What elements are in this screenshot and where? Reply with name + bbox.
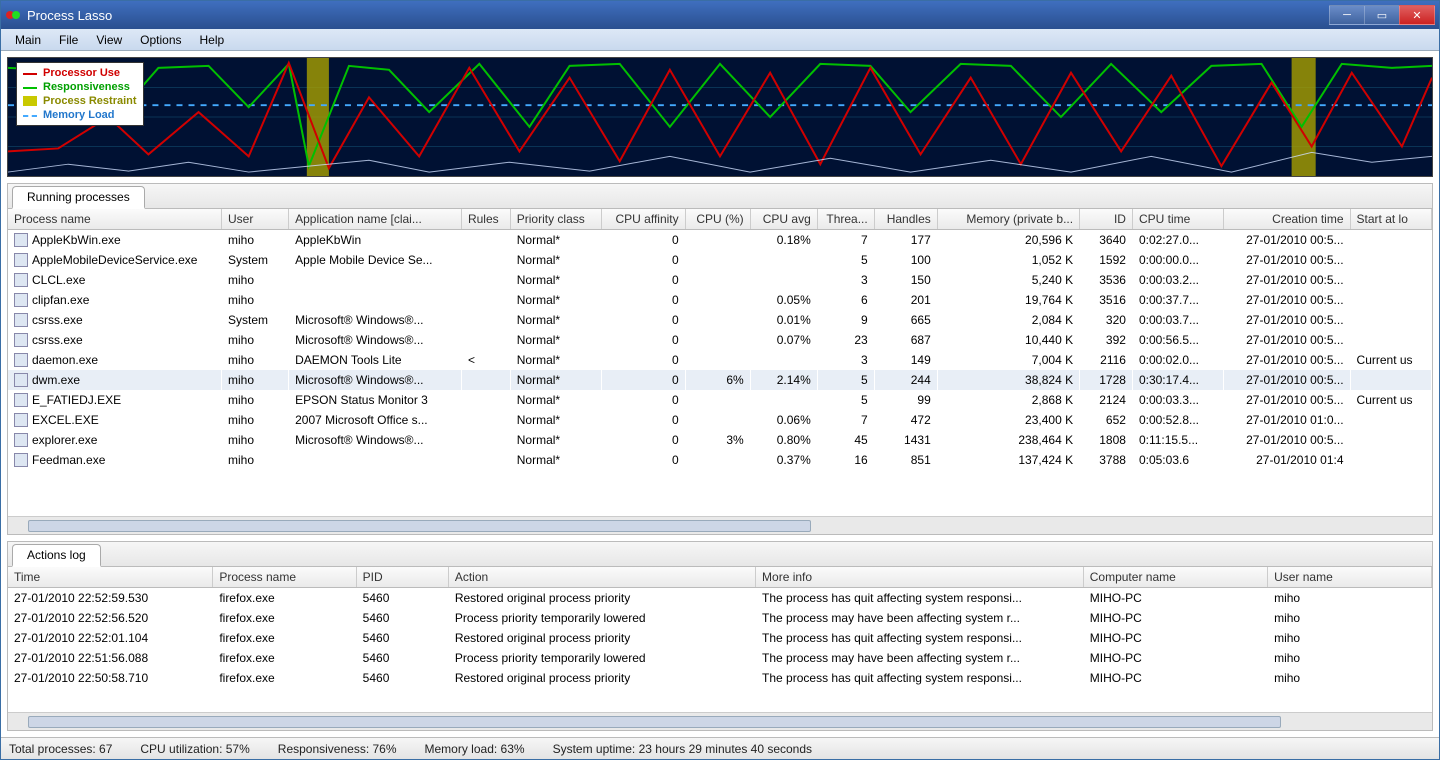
app-icon: [5, 7, 21, 23]
col-header[interactable]: Action: [448, 567, 755, 588]
col-header[interactable]: Computer name: [1083, 567, 1267, 588]
table-row[interactable]: dwm.exemihoMicrosoft® Windows®...Normal*…: [8, 370, 1432, 390]
col-header[interactable]: CPU (%): [685, 209, 750, 230]
col-header[interactable]: Creation time: [1224, 209, 1350, 230]
horizontal-scrollbar-actions[interactable]: [8, 712, 1432, 730]
col-header[interactable]: Process name: [8, 209, 222, 230]
legend-responsiveness: Responsiveness: [43, 80, 130, 94]
process-icon: [14, 333, 28, 347]
legend-memory-load: Memory Load: [43, 108, 115, 122]
col-header[interactable]: ID: [1080, 209, 1133, 230]
table-row[interactable]: explorer.exemihoMicrosoft® Windows®...No…: [8, 430, 1432, 450]
process-icon: [14, 393, 28, 407]
tab-running-processes[interactable]: Running processes: [12, 186, 145, 209]
table-row[interactable]: E_FATIEDJ.EXEmihoEPSON Status Monitor 3N…: [8, 390, 1432, 410]
window-title: Process Lasso: [27, 8, 1330, 23]
processes-panel: Running processes Process nameUserApplic…: [7, 183, 1433, 535]
table-row[interactable]: CLCL.exemihoNormal*031505,240 K35360:00:…: [8, 270, 1432, 290]
graph-legend: Processor Use Responsiveness Process Res…: [16, 62, 144, 126]
table-row[interactable]: 27-01/2010 22:50:58.710firefox.exe5460Re…: [8, 668, 1432, 688]
status-responsiveness: Responsiveness: 76%: [278, 742, 397, 756]
status-uptime: System uptime: 23 hours 29 minutes 40 se…: [553, 742, 812, 756]
tab-actions-log[interactable]: Actions log: [12, 544, 101, 567]
col-header[interactable]: CPU time: [1132, 209, 1224, 230]
menu-file[interactable]: File: [51, 31, 86, 49]
process-icon: [14, 293, 28, 307]
col-header[interactable]: Start at lo: [1350, 209, 1431, 230]
table-row[interactable]: csrss.exeSystemMicrosoft® Windows®...Nor…: [8, 310, 1432, 330]
process-icon: [14, 233, 28, 247]
table-row[interactable]: 27-01/2010 22:52:59.530firefox.exe5460Re…: [8, 588, 1432, 609]
col-header[interactable]: Application name [clai...: [289, 209, 462, 230]
menu-view[interactable]: View: [88, 31, 130, 49]
process-table: Process nameUserApplication name [clai..…: [8, 209, 1432, 470]
titlebar[interactable]: Process Lasso ─ ▭ ✕: [1, 1, 1439, 29]
actions-table-wrap[interactable]: TimeProcess namePIDActionMore infoComput…: [8, 567, 1432, 712]
actions-table: TimeProcess namePIDActionMore infoComput…: [8, 567, 1432, 688]
minimize-button[interactable]: ─: [1329, 5, 1365, 25]
col-header[interactable]: CPU avg: [750, 209, 817, 230]
table-row[interactable]: 27-01/2010 22:52:56.520firefox.exe5460Pr…: [8, 608, 1432, 628]
status-total-processes: Total processes: 67: [9, 742, 112, 756]
app-window: Process Lasso ─ ▭ ✕ Main File View Optio…: [0, 0, 1440, 760]
status-memory-load: Memory load: 63%: [425, 742, 525, 756]
col-header[interactable]: Rules: [461, 209, 510, 230]
table-row[interactable]: clipfan.exemihoNormal*00.05%620119,764 K…: [8, 290, 1432, 310]
statusbar: Total processes: 67 CPU utilization: 57%…: [1, 737, 1439, 759]
maximize-button[interactable]: ▭: [1364, 5, 1400, 25]
table-row[interactable]: 27-01/2010 22:52:01.104firefox.exe5460Re…: [8, 628, 1432, 648]
legend-process-restraint: Process Restraint: [43, 94, 137, 108]
actions-panel: Actions log TimeProcess namePIDActionMor…: [7, 541, 1433, 731]
col-header[interactable]: User: [222, 209, 289, 230]
status-cpu-utilization: CPU utilization: 57%: [140, 742, 249, 756]
table-row[interactable]: Feedman.exemihoNormal*00.37%16851137,424…: [8, 450, 1432, 470]
menu-help[interactable]: Help: [192, 31, 233, 49]
table-row[interactable]: csrss.exemihoMicrosoft® Windows®...Norma…: [8, 330, 1432, 350]
process-icon: [14, 273, 28, 287]
legend-processor-use: Processor Use: [43, 66, 120, 80]
col-header[interactable]: CPU affinity: [602, 209, 685, 230]
process-icon: [14, 453, 28, 467]
close-button[interactable]: ✕: [1399, 5, 1435, 25]
table-row[interactable]: EXCEL.EXEmiho2007 Microsoft Office s...N…: [8, 410, 1432, 430]
process-icon: [14, 413, 28, 427]
process-icon: [14, 433, 28, 447]
menu-main[interactable]: Main: [7, 31, 49, 49]
col-header[interactable]: User name: [1268, 567, 1432, 588]
col-header[interactable]: Threa...: [817, 209, 874, 230]
table-row[interactable]: AppleKbWin.exemihoAppleKbWinNormal*00.18…: [8, 230, 1432, 251]
col-header[interactable]: Handles: [874, 209, 937, 230]
table-row[interactable]: 27-01/2010 22:51:56.088firefox.exe5460Pr…: [8, 648, 1432, 668]
process-icon: [14, 313, 28, 327]
table-row[interactable]: AppleMobileDeviceService.exeSystemApple …: [8, 250, 1432, 270]
col-header[interactable]: Memory (private b...: [937, 209, 1079, 230]
col-header[interactable]: Priority class: [510, 209, 602, 230]
col-header[interactable]: PID: [356, 567, 448, 588]
process-icon: [14, 353, 28, 367]
table-row[interactable]: daemon.exemihoDAEMON Tools Lite<Normal*0…: [8, 350, 1432, 370]
performance-graph: Processor Use Responsiveness Process Res…: [7, 57, 1433, 177]
col-header[interactable]: Time: [8, 567, 213, 588]
menu-options[interactable]: Options: [132, 31, 189, 49]
menubar: Main File View Options Help: [1, 29, 1439, 51]
col-header[interactable]: More info: [756, 567, 1084, 588]
col-header[interactable]: Process name: [213, 567, 356, 588]
horizontal-scrollbar[interactable]: [8, 516, 1432, 534]
process-table-wrap[interactable]: Process nameUserApplication name [clai..…: [8, 209, 1432, 516]
process-icon: [14, 253, 28, 267]
process-icon: [14, 373, 28, 387]
